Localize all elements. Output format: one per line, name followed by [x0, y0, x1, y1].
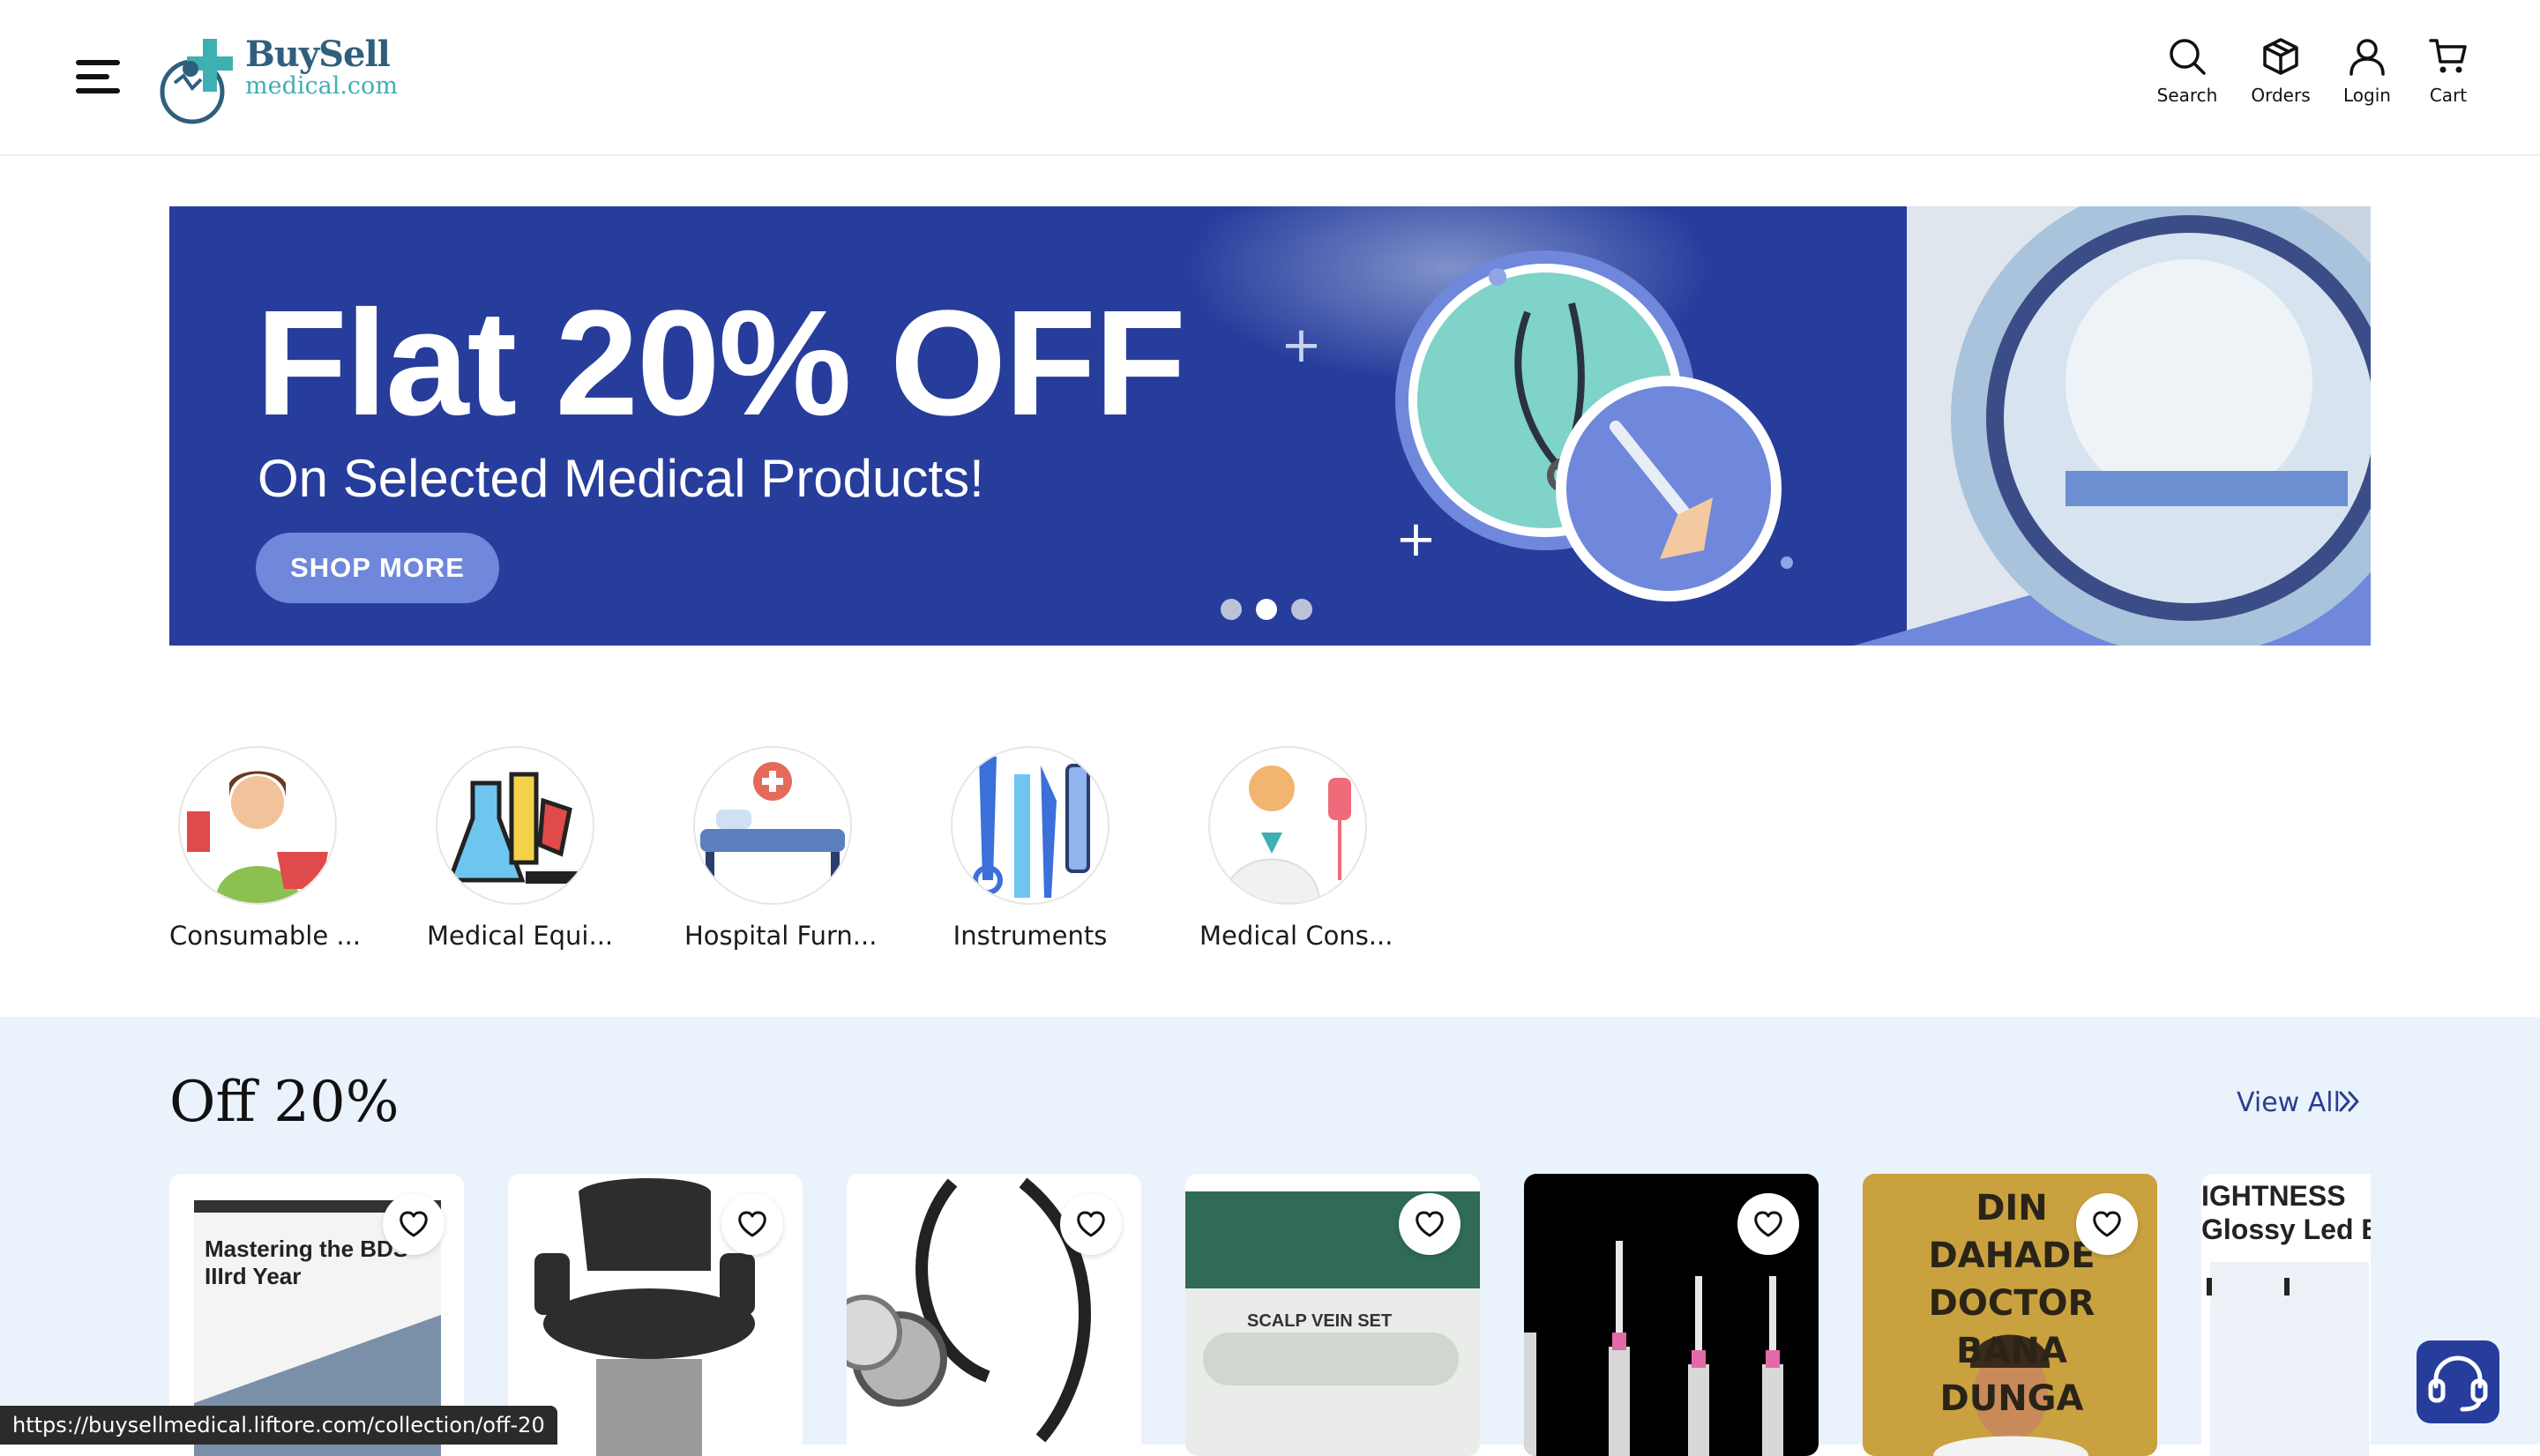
- wishlist-button[interactable]: [383, 1193, 444, 1255]
- search-icon: [2170, 39, 2206, 75]
- carousel-dot-active[interactable]: [1256, 599, 1277, 620]
- wishlist-button[interactable]: [1737, 1193, 1799, 1255]
- site-header: BuySell medical.com Search Orders Login …: [0, 0, 2540, 156]
- wishlist-button[interactable]: [1399, 1193, 1460, 1255]
- heart-icon: [400, 1211, 428, 1237]
- shopper-icon: [187, 771, 328, 903]
- product-image-text: Mastering the BDS IIIrd Year: [205, 1236, 416, 1290]
- plus-decoration-icon: +: [1281, 317, 1322, 374]
- collection-title: Off 20%: [169, 1070, 400, 1135]
- box-icon: [2263, 38, 2298, 75]
- site-logo[interactable]: BuySell medical.com: [157, 30, 398, 129]
- cart-button[interactable]: Cart: [2404, 37, 2492, 106]
- logo-subtext: medical.com: [245, 72, 398, 100]
- headset-icon: [2428, 1355, 2488, 1412]
- hero-banner[interactable]: Flat 20% OFF On Selected Medical Product…: [169, 206, 2371, 646]
- category-image: [436, 746, 594, 905]
- category-hospital-furniture[interactable]: Hospital Furn...: [684, 746, 878, 951]
- carousel-dot[interactable]: [1221, 599, 1242, 620]
- product-image-text: SCALP VEIN SET: [1247, 1311, 1392, 1332]
- lab-flask-icon: [446, 772, 587, 884]
- doctor-icon: [1222, 765, 1351, 903]
- category-consumable[interactable]: Consumable ...: [169, 746, 362, 951]
- double-chevron-right-icon[interactable]: [2337, 1089, 2362, 1114]
- product-card[interactable]: IGHTNESS Glossy Led Bu: [2201, 1174, 2371, 1456]
- product-card[interactable]: [1524, 1174, 1819, 1456]
- cart-icon: [2429, 39, 2467, 73]
- category-image: [951, 746, 1109, 905]
- banner-medical-illustration: [1395, 206, 2371, 646]
- cart-label: Cart: [2429, 85, 2468, 106]
- search-label: Search: [2156, 85, 2218, 106]
- logo-text: BuySell: [245, 34, 391, 75]
- surgical-tools-icon: [973, 757, 1090, 898]
- product-card[interactable]: [847, 1174, 1141, 1456]
- product-image-text: IGHTNESS Glossy Led Bu: [2201, 1179, 2371, 1246]
- category-image: [1208, 746, 1367, 905]
- login-button[interactable]: Login: [2323, 37, 2411, 106]
- collection-section: Off 20% View All Mastering the BDS IIIrd…: [0, 1017, 2540, 1456]
- wishlist-button[interactable]: [1060, 1193, 1122, 1255]
- category-image: [693, 746, 852, 905]
- category-label: Medical Cons...: [1199, 921, 1393, 951]
- banner-title: Flat 20% OFF: [256, 280, 1186, 447]
- heart-icon: [2093, 1211, 2121, 1237]
- hospital-bed-icon: [700, 762, 845, 882]
- heart-icon: [1416, 1211, 1444, 1237]
- search-button[interactable]: Search: [2143, 37, 2231, 106]
- product-book-title: Mastering the BDS IIIrd Year: [205, 1236, 409, 1289]
- heart-icon: [1077, 1211, 1105, 1237]
- category-label: Instruments: [952, 921, 1108, 951]
- wishlist-button[interactable]: [2076, 1193, 2138, 1255]
- category-label: Consumable ...: [169, 921, 362, 951]
- carousel-dot[interactable]: [1291, 599, 1312, 620]
- orders-label: Orders: [2251, 85, 2311, 106]
- category-medical-equipment[interactable]: Medical Equi...: [427, 746, 614, 951]
- view-all-link[interactable]: View All: [2237, 1087, 2341, 1118]
- wishlist-button[interactable]: [721, 1193, 783, 1255]
- support-chat-button[interactable]: [2417, 1340, 2499, 1423]
- orders-button[interactable]: Orders: [2237, 37, 2325, 106]
- heart-icon: [1754, 1211, 1782, 1237]
- product-card[interactable]: SCALP VEIN SET: [1185, 1174, 1480, 1456]
- shop-more-button[interactable]: SHOP MORE: [256, 533, 499, 603]
- user-icon: [2350, 39, 2385, 76]
- product-book-title: DIN DAHADE DOCTOR BANA DUNGA: [1928, 1188, 2096, 1419]
- logo-emblem-icon: [160, 39, 233, 124]
- link-preview-url: https://buysellmedical.liftore.com/colle…: [0, 1406, 557, 1445]
- login-label: Login: [2343, 85, 2391, 106]
- menu-icon[interactable]: [76, 60, 120, 93]
- banner-subtitle: On Selected Medical Products!: [258, 449, 984, 508]
- product-label-text: IGHTNESS Glossy Led Bu: [2201, 1180, 2371, 1245]
- category-image: [178, 746, 337, 905]
- category-label: Medical Equi...: [427, 921, 614, 951]
- heart-icon: [738, 1211, 766, 1237]
- product-card[interactable]: DIN DAHADE DOCTOR BANA DUNGA: [1863, 1174, 2157, 1456]
- product-label-text: SCALP VEIN SET: [1247, 1311, 1393, 1331]
- category-medical-consultant[interactable]: Medical Cons...: [1199, 746, 1393, 951]
- category-instruments[interactable]: Instruments: [942, 746, 1118, 951]
- category-label: Hospital Furn...: [684, 921, 878, 951]
